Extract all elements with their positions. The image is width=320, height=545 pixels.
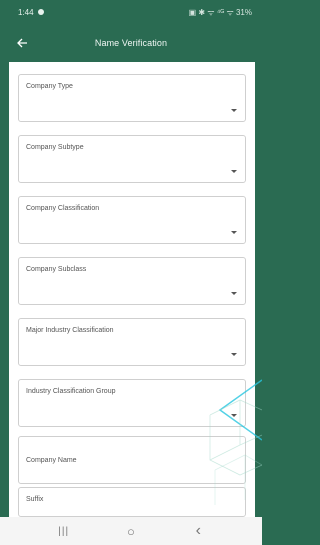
status-time: 1:44 [18, 7, 34, 17]
status-bar: 1:44 ▣ ✱ ᯤ ⁴ᴳ ᯤ 31% [0, 0, 262, 24]
suffix-field[interactable]: Suffix [18, 487, 246, 517]
field-label: Company Name [26, 457, 77, 464]
dropdown-arrow-icon [231, 231, 237, 234]
dropdown-arrow-icon [231, 414, 237, 417]
home-button[interactable]: ○ [116, 521, 146, 541]
page-title: Name Verification [94, 38, 168, 48]
dropdown-arrow-icon [231, 353, 237, 356]
company-type-dropdown[interactable]: Company Type [18, 74, 246, 122]
field-label: Company Type [26, 83, 73, 90]
dropdown-arrow-icon [231, 292, 237, 295]
dropdown-arrow-icon [231, 109, 237, 112]
app-bar: Name Verification [0, 24, 262, 62]
field-label: Major Industry Classification [26, 327, 114, 334]
field-label: Industry Classification Group [26, 388, 116, 395]
field-label: Company Subtype [26, 144, 84, 151]
recents-button[interactable]: ||| [49, 521, 79, 541]
recents-icon: ||| [58, 525, 70, 537]
form-card: Company Type Company Subtype Company Cla… [9, 62, 255, 517]
company-subclass-dropdown[interactable]: Company Subclass [18, 257, 246, 305]
field-label: Suffix [26, 496, 44, 503]
company-name-field[interactable]: Company Name [18, 436, 246, 484]
notification-dot-icon [37, 9, 44, 15]
field-label: Company Classification [26, 205, 100, 212]
field-label: Company Subclass [26, 266, 87, 273]
back-chevron-icon: ‹ [195, 522, 201, 539]
major-industry-classification-dropdown[interactable]: Major Industry Classification [18, 318, 246, 366]
system-nav-bar: ||| ○ ‹ [0, 517, 262, 545]
home-icon: ○ [127, 523, 135, 539]
company-classification-dropdown[interactable]: Company Classification [18, 196, 246, 244]
status-left: 1:44 [18, 8, 44, 17]
dropdown-arrow-icon [231, 170, 237, 173]
nav-back-button[interactable]: ‹ [183, 521, 213, 541]
company-subtype-dropdown[interactable]: Company Subtype [18, 135, 246, 183]
industry-classification-group-dropdown[interactable]: Industry Classification Group [18, 379, 246, 427]
status-indicators: ▣ ✱ ᯤ ⁴ᴳ ᯤ 31% [188, 7, 252, 17]
